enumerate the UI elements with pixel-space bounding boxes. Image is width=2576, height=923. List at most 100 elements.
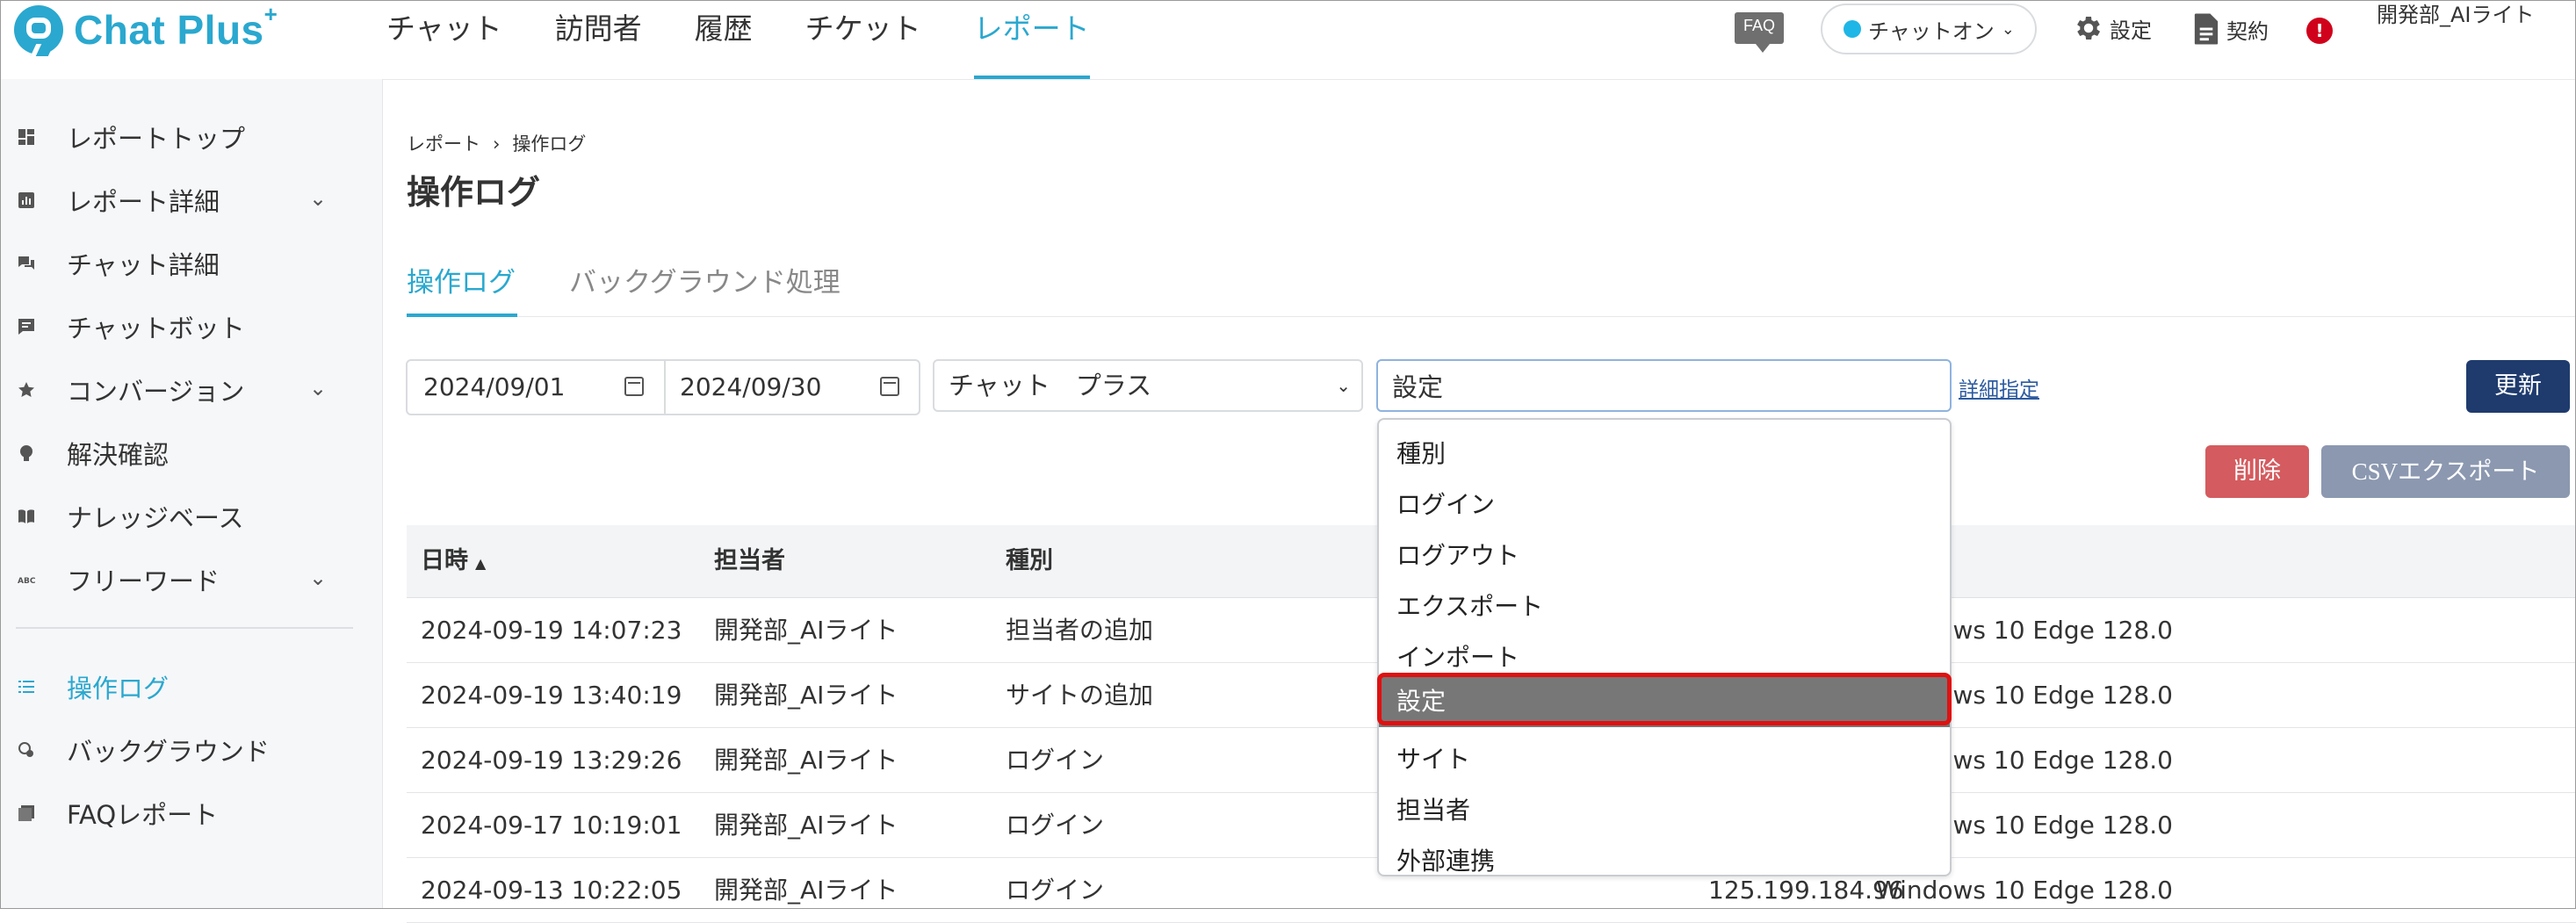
top-bar: Chat Plus + チャット 訪問者 履歴 チケット レポート FAQ チャ…	[0, 0, 2576, 80]
nav-reports[interactable]: レポート	[973, 0, 1090, 79]
contract-link[interactable]: 契約	[2193, 12, 2269, 46]
breadcrumb-current: 操作ログ	[512, 133, 587, 155]
sidebar-item-faq-report[interactable]: FAQレポート	[0, 787, 382, 840]
date-from[interactable]: 2024/09/01	[423, 361, 565, 414]
date-range-picker[interactable]: 2024/09/01 2024/09/30	[406, 359, 920, 415]
sidebar-item-knowledge-base[interactable]: ナレッジベース	[0, 490, 382, 543]
faq-icon[interactable]: FAQ	[1735, 12, 1784, 53]
sidebar-item-report-top[interactable]: レポートトップ	[0, 111, 382, 163]
tab-background-process[interactable]: バックグラウンド処理	[569, 260, 841, 299]
background-icon	[18, 742, 33, 757]
detail-filter-link[interactable]: 詳細指定	[1959, 372, 2039, 402]
dropdown-option[interactable]: 外部連携	[1379, 836, 1950, 887]
sidebar-item-label: バックグラウンド	[67, 737, 270, 767]
site-select-value: チャット プラス	[949, 371, 1152, 400]
chat-bubbles-icon	[18, 256, 34, 270]
dropdown-option[interactable]: エクスポート	[1379, 581, 1950, 632]
cell-datetime: 2024-09-19 13:29:26	[421, 746, 682, 775]
sidebar: レポートトップ レポート詳細 ⌄ チャット詳細 チャットボット コンバージョン …	[0, 79, 383, 909]
calendar-icon[interactable]	[880, 377, 899, 396]
sidebar-item-background[interactable]: バックグラウンド	[0, 724, 382, 776]
sidebar-item-label: 解決確認	[67, 440, 170, 470]
date-divider	[664, 361, 666, 414]
star-icon	[18, 382, 34, 397]
cell-type: ログイン	[1006, 876, 1105, 905]
chatbot-icon	[18, 319, 34, 335]
nav-visitors[interactable]: 訪問者	[555, 0, 642, 79]
cell-user: 開発部_AIライト	[714, 681, 898, 710]
main-nav: チャット 訪問者 履歴 チケット レポート	[386, 0, 1143, 79]
type-filter-input[interactable]	[1376, 359, 1952, 412]
alert-icon[interactable]: !	[2306, 18, 2333, 44]
cell-user: 開発部_AIライト	[714, 811, 898, 840]
sidebar-item-chatbot[interactable]: チャットボット	[0, 300, 382, 353]
chat-status-toggle[interactable]: チャットオン ⌄	[1821, 4, 2037, 54]
cell-type: ログイン	[1006, 811, 1105, 840]
tabs-divider	[407, 316, 2576, 317]
sidebar-item-label: FAQレポート	[67, 800, 219, 830]
sidebar-item-operation-log[interactable]: 操作ログ	[0, 660, 382, 713]
date-to[interactable]: 2024/09/30	[680, 361, 821, 414]
dropdown-option[interactable]: ログアウト	[1379, 530, 1950, 581]
dropdown-option[interactable]: ログイン	[1379, 480, 1950, 530]
chat-plus-logo-icon	[14, 5, 63, 54]
calendar-icon[interactable]	[624, 377, 644, 396]
nav-chat[interactable]: チャット	[386, 0, 502, 79]
chevron-down-icon: ⌄	[1336, 375, 1351, 396]
sort-ascending-icon: ▲	[475, 555, 487, 572]
site-select[interactable]: チャット プラス ⌄	[933, 359, 1363, 412]
delete-button[interactable]: 削除	[2205, 445, 2309, 498]
cell-user: 開発部_AIライト	[714, 746, 898, 775]
breadcrumb-separator: ›	[493, 133, 501, 155]
sidebar-item-label: チャット詳細	[67, 250, 220, 280]
dropdown-option[interactable]: サイト	[1379, 734, 1950, 785]
csv-export-button[interactable]: CSVエクスポート	[2321, 445, 2570, 498]
sidebar-item-resolution[interactable]: 解決確認	[0, 427, 382, 480]
sidebar-item-label: レポートトップ	[67, 124, 246, 154]
sidebar-item-free-word[interactable]: ABC フリーワード ⌄	[0, 553, 382, 606]
sidebar-item-label: フリーワード	[67, 566, 220, 596]
tab-operation-log[interactable]: 操作ログ	[407, 260, 516, 299]
lightbulb-icon	[20, 445, 32, 461]
sidebar-item-chat-detail[interactable]: チャット詳細	[0, 237, 382, 290]
cell-type: サイトの追加	[1006, 681, 1154, 710]
dropdown-option[interactable]: 種別	[1379, 429, 1950, 480]
sidebar-item-label: レポート詳細	[67, 187, 220, 217]
logo[interactable]: Chat Plus +	[14, 1, 278, 54]
chevron-down-icon: ⌄	[309, 186, 328, 211]
sidebar-item-label: コンバージョン	[67, 377, 245, 407]
sidebar-item-report-detail[interactable]: レポート詳細 ⌄	[0, 174, 382, 227]
cell-datetime: 2024-09-19 13:40:19	[421, 681, 682, 710]
gear-icon	[2077, 16, 2101, 40]
online-dot-icon	[1844, 20, 1861, 38]
contract-label: 契約	[2226, 18, 2269, 44]
breadcrumb: レポート › 操作ログ	[407, 130, 586, 156]
chevron-down-icon: ⌄	[309, 376, 328, 400]
sidebar-divider	[16, 627, 353, 629]
sidebar-item-conversion[interactable]: コンバージョン ⌄	[0, 364, 382, 416]
column-header-user[interactable]: 担当者	[714, 525, 785, 597]
logo-text: Chat Plus	[74, 7, 264, 53]
nav-history[interactable]: 履歴	[695, 0, 753, 79]
user-menu[interactable]: 開発部_AIライト	[2377, 0, 2552, 30]
report-icon	[18, 192, 34, 208]
nav-tickets[interactable]: チケット	[805, 0, 921, 79]
cell-datetime: 2024-09-19 14:07:23	[421, 616, 682, 645]
logo-plus: +	[263, 0, 278, 27]
cell-user: 開発部_AIライト	[714, 616, 898, 645]
update-button[interactable]: 更新	[2466, 360, 2570, 413]
settings-label: 設定	[2110, 18, 2152, 43]
breadcrumb-parent[interactable]: レポート	[407, 133, 480, 155]
cell-type: 担当者の追加	[1006, 616, 1154, 645]
column-header-datetime[interactable]: 日時 ▲	[421, 525, 486, 600]
cell-user: 開発部_AIライト	[714, 876, 898, 905]
list-icon	[18, 681, 34, 693]
cell-datetime: 2024-09-17 10:19:01	[421, 811, 682, 840]
cell-datetime: 2024-09-13 10:22:05	[421, 876, 682, 905]
column-header-type[interactable]: 種別	[1006, 525, 1053, 597]
dropdown-option-selected[interactable]: 設定	[1379, 676, 1950, 727]
settings-link[interactable]: 設定	[2073, 12, 2152, 44]
dropdown-option[interactable]: 担当者	[1379, 785, 1950, 836]
page-title: 操作ログ	[407, 173, 541, 212]
faq-report-icon	[18, 805, 34, 821]
